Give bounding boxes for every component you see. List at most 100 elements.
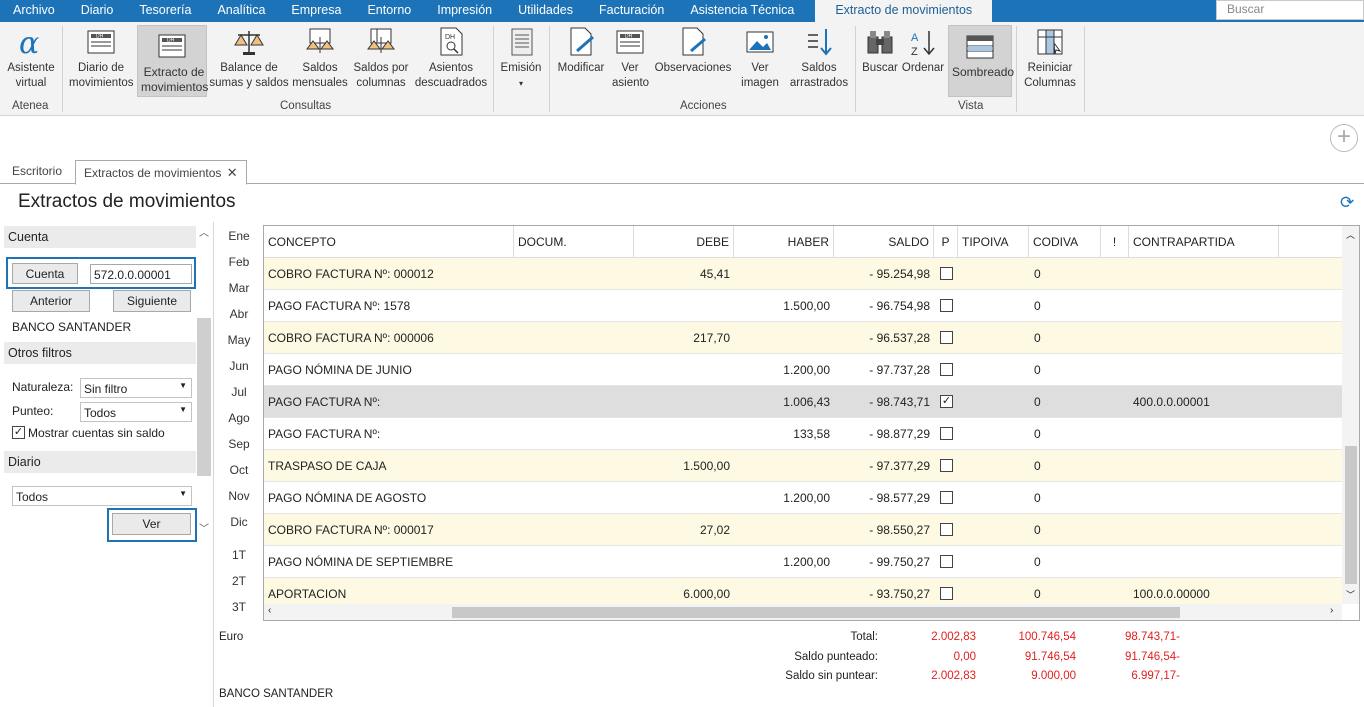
ordenar-button[interactable]: AZ Ordenar bbox=[901, 25, 945, 76]
buscar-button[interactable]: Buscar bbox=[861, 25, 899, 76]
quarter-1t[interactable]: 1T bbox=[222, 548, 256, 562]
scroll-thumb[interactable] bbox=[452, 607, 1180, 618]
month-mar[interactable]: Mar bbox=[222, 281, 256, 295]
add-tab-icon[interactable]: + bbox=[1330, 124, 1358, 152]
anterior-button[interactable]: Anterior bbox=[12, 290, 90, 312]
tab-extractos[interactable]: Extractos de movimientos ✕ bbox=[75, 160, 247, 185]
punteo-checkbox[interactable] bbox=[940, 459, 953, 472]
month-jun[interactable]: Jun bbox=[222, 359, 256, 373]
sombreado-button[interactable]: Sombreado bbox=[948, 25, 1014, 97]
table-row[interactable]: PAGO NÓMINA DE SEPTIEMBRE 1.200,00 - 99.75… bbox=[264, 546, 1342, 578]
cuenta-input[interactable]: 572.0.0.00001 bbox=[90, 264, 192, 284]
filter-scrollbar[interactable]: ︿ ﹀ bbox=[196, 222, 212, 540]
quarter-2t[interactable]: 2T bbox=[222, 574, 256, 588]
punteo-checkbox[interactable] bbox=[940, 299, 953, 312]
chevron-down-icon[interactable]: ﹀ bbox=[199, 520, 209, 535]
naturaleza-select[interactable]: Sin filtro ▼ bbox=[80, 378, 192, 398]
table-row[interactable]: COBRO FACTURA Nº: 000006 217,70 - 96.537,2… bbox=[264, 322, 1342, 354]
punteo-checkbox[interactable] bbox=[940, 363, 953, 376]
menu-diario[interactable]: Diario bbox=[68, 0, 127, 22]
col-docum[interactable]: DOCUM. bbox=[514, 226, 634, 258]
month-abr[interactable]: Abr bbox=[222, 307, 256, 321]
table-row[interactable]: PAGO FACTURA Nº: 1578 1.500,00 - 96.754,98… bbox=[264, 290, 1342, 322]
month-dic[interactable]: Dic bbox=[222, 515, 256, 529]
saldos-arrastrados-button[interactable]: Saldos arrastrados bbox=[788, 25, 850, 91]
menu-entorno[interactable]: Entorno bbox=[354, 0, 424, 22]
saldos-mensuales-button[interactable]: Saldos mensuales bbox=[291, 25, 349, 91]
close-icon[interactable]: ✕ bbox=[227, 165, 238, 180]
balance-sumas-button[interactable]: Balance de sumas y saldos bbox=[209, 25, 289, 91]
tab-escritorio[interactable]: Escritorio bbox=[4, 160, 70, 184]
month-ago[interactable]: Ago bbox=[222, 411, 256, 425]
chevron-right-icon[interactable]: › bbox=[1330, 605, 1333, 616]
table-row[interactable]: PAGO NÓMINA DE JUNIO 1.200,00 - 97.737,28 0 bbox=[264, 354, 1342, 386]
col-warning[interactable]: ! bbox=[1101, 226, 1129, 258]
menu-archivo[interactable]: Archivo bbox=[0, 0, 68, 22]
ver-button[interactable]: Ver bbox=[112, 513, 191, 535]
month-nov[interactable]: Nov bbox=[222, 489, 256, 503]
modificar-button[interactable]: Modificar bbox=[553, 25, 609, 76]
col-concepto[interactable]: CONCEPTO bbox=[264, 226, 514, 258]
quarter-3t[interactable]: 3T bbox=[222, 600, 256, 614]
col-tipoiva[interactable]: TIPOIVA bbox=[958, 226, 1029, 258]
diario-select[interactable]: Todos ▼ bbox=[12, 486, 192, 506]
mostrar-sin-saldo-checkbox[interactable]: ✓ bbox=[12, 426, 25, 439]
month-ene[interactable]: Ene bbox=[222, 229, 256, 243]
chevron-left-icon[interactable]: ‹ bbox=[268, 605, 271, 616]
punteo-checkbox[interactable] bbox=[940, 267, 953, 280]
col-debe[interactable]: DEBE bbox=[634, 226, 734, 258]
menu-tesoreria[interactable]: Tesorería bbox=[126, 0, 204, 22]
menu-facturacion[interactable]: Facturación bbox=[586, 0, 677, 22]
emision-button[interactable]: Emisión ▾ bbox=[497, 25, 545, 91]
punteo-checkbox[interactable] bbox=[940, 491, 953, 504]
menu-utilidades[interactable]: Utilidades bbox=[505, 0, 586, 22]
cuenta-button[interactable]: Cuenta bbox=[12, 263, 78, 284]
punteo-checkbox[interactable]: ✓ bbox=[940, 395, 953, 408]
reiniciar-columnas-button[interactable]: Reiniciar Columnas bbox=[1020, 25, 1080, 91]
menu-asistencia[interactable]: Asistencia Técnica bbox=[677, 0, 807, 22]
diario-movimientos-button[interactable]: DH Diario de movimientos bbox=[66, 25, 136, 91]
chevron-down-icon[interactable]: ﹀ bbox=[1346, 588, 1355, 601]
table-row[interactable]: TRASPASO DE CAJA 1.500,00 - 97.377,29 0 bbox=[264, 450, 1342, 482]
saldos-columnas-button[interactable]: Saldos por columnas bbox=[351, 25, 411, 91]
asientos-descuadrados-button[interactable]: DH Asientos descuadrados bbox=[413, 25, 489, 91]
search-input[interactable]: Buscar bbox=[1216, 0, 1364, 20]
month-jul[interactable]: Jul bbox=[222, 385, 256, 399]
punteo-checkbox[interactable] bbox=[940, 331, 953, 344]
table-row[interactable]: PAGO FACTURA Nº: 1.006,43 - 98.743,71 ✓ 0 400… bbox=[264, 386, 1342, 418]
punteo-checkbox[interactable] bbox=[940, 523, 953, 536]
siguiente-button[interactable]: Siguiente bbox=[113, 290, 191, 312]
refresh-icon[interactable]: ⟳ bbox=[1340, 193, 1354, 213]
ver-asiento-button[interactable]: DH Ver asiento bbox=[612, 25, 649, 91]
scroll-thumb[interactable] bbox=[197, 318, 211, 476]
menu-empresa[interactable]: Empresa bbox=[278, 0, 354, 22]
month-feb[interactable]: Feb bbox=[222, 255, 256, 269]
col-saldo[interactable]: SALDO bbox=[834, 226, 934, 258]
month-may[interactable]: May bbox=[222, 333, 256, 347]
table-row[interactable]: PAGO NÓMINA DE AGOSTO 1.200,00 - 98.577,29… bbox=[264, 482, 1342, 514]
punteo-checkbox[interactable] bbox=[940, 555, 953, 568]
table-row[interactable]: COBRO FACTURA Nº: 000017 27,02 - 98.550,27… bbox=[264, 514, 1342, 546]
col-contrapartida[interactable]: CONTRAPARTIDA bbox=[1129, 226, 1279, 258]
punteo-checkbox[interactable] bbox=[940, 587, 953, 600]
extracto-movimientos-button[interactable]: DH Extracto de movimientos bbox=[137, 25, 208, 97]
month-oct[interactable]: Oct bbox=[222, 463, 256, 477]
punteo-checkbox[interactable] bbox=[940, 427, 953, 440]
menu-impresion[interactable]: Impresión bbox=[424, 0, 505, 22]
ver-imagen-button[interactable]: Ver imagen bbox=[736, 25, 784, 91]
table-vscrollbar[interactable]: ︿ ﹀ bbox=[1342, 226, 1359, 604]
col-codiva[interactable]: CODIVA bbox=[1029, 226, 1101, 258]
asistente-virtual-button[interactable]: α Asistente virtual bbox=[4, 25, 58, 91]
scroll-thumb[interactable] bbox=[1345, 446, 1357, 584]
chevron-up-icon[interactable]: ︿ bbox=[199, 224, 209, 239]
chevron-up-icon[interactable]: ︿ bbox=[1346, 228, 1355, 241]
month-sep[interactable]: Sep bbox=[222, 437, 256, 451]
table-row[interactable]: PAGO FACTURA Nº: 133,58 - 98.877,29 0 bbox=[264, 418, 1342, 450]
col-p[interactable]: P bbox=[934, 226, 958, 258]
table-hscrollbar[interactable]: ‹ › bbox=[264, 604, 1342, 620]
observaciones-button[interactable]: Observaciones bbox=[653, 25, 733, 76]
table-row[interactable]: COBRO FACTURA Nº: 000012 45,41 - 95.254,98… bbox=[264, 258, 1342, 290]
col-haber[interactable]: HABER bbox=[734, 226, 834, 258]
punteo-select[interactable]: Todos ▼ bbox=[80, 402, 192, 422]
menu-extracto-active[interactable]: Extracto de movimientos bbox=[815, 0, 993, 22]
